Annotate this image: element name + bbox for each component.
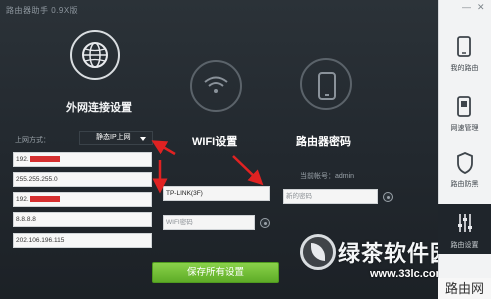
sidebar-item-label: 我的路由 [450,65,479,72]
watermark-corner-text: 路由网 [438,278,491,299]
settings-sliders-icon [458,214,472,232]
sidebar-item-router-settings[interactable]: 路由设置 [438,204,491,254]
watermark-brand: 绿茶软件园 [338,241,438,266]
sidebar-item-label: 网速管理 [450,125,479,132]
shield-icon [457,152,473,174]
router-assistant-window: 路由器助手 0.9X版 外网连接设置 上网方式： 静态IP上网 192. 255… [0,0,438,299]
sidebar-item-my-router[interactable]: 我的路由 [438,36,491,91]
sidebar-item-label: 路由防黑 [450,181,479,188]
watermark-logo [300,234,336,270]
arrow-to-mode-select [151,140,176,156]
arrow-to-ssid-field [232,155,264,186]
speed-manage-icon [457,96,471,117]
sidebar-item-anti-hack[interactable]: 路由防黑 [438,152,491,207]
sidebar-item-speed-manage[interactable]: 网速管理 [438,96,491,151]
watermark-url: www.33lc.com [370,268,438,280]
phone-icon [457,36,471,57]
close-icon[interactable]: ✕ [477,2,485,12]
sidebar-item-label: 路由设置 [450,242,479,249]
minimize-icon[interactable]: — [462,2,471,12]
